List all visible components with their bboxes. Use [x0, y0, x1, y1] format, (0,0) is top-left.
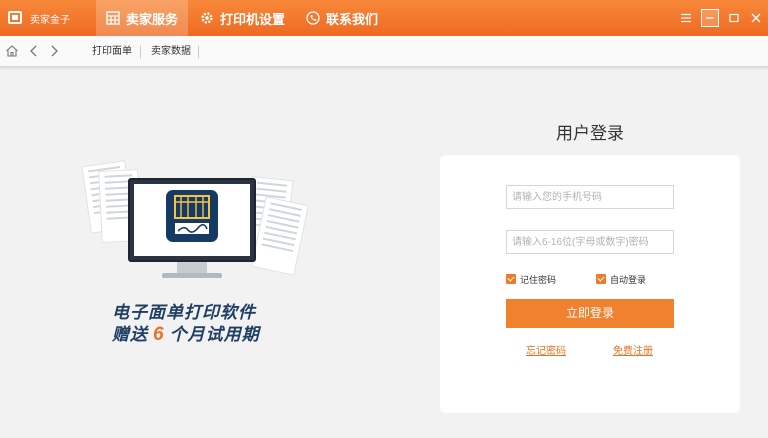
subtab-print-waybill[interactable]: 打印面单 [92, 36, 132, 67]
monitor-base [162, 273, 222, 278]
home-icon[interactable] [5, 44, 19, 58]
forward-arrow-icon[interactable] [47, 44, 61, 58]
remember-password-label: 记住密码 [520, 275, 557, 285]
promo-offer-prefix: 赠送 [112, 325, 148, 344]
tab-label: 联系我们 [326, 11, 379, 27]
close-button[interactable] [747, 9, 765, 27]
phone-input[interactable] [506, 185, 674, 209]
menu-button[interactable] [677, 9, 695, 27]
toolbar: 打印面单 卖家数据 [0, 36, 768, 67]
login-title: 用户登录 [556, 124, 624, 143]
promo-offer: 赠送 6 个月试用期 [112, 320, 260, 346]
grid-icon [106, 11, 120, 25]
tab-label: 卖家服务 [126, 11, 179, 27]
menu-icon [681, 13, 691, 23]
gear-icon [201, 12, 213, 24]
subtab-divider [140, 46, 141, 58]
tab-printer-settings[interactable]: 打印机设置 [200, 0, 285, 36]
auto-login-checkbox[interactable] [596, 274, 606, 284]
password-input[interactable] [506, 230, 674, 254]
tab-label: 打印机设置 [220, 11, 286, 27]
app-name: 卖家金子 [30, 15, 70, 26]
auto-login-label: 自动登录 [610, 275, 647, 285]
maximize-icon [729, 13, 739, 23]
maximize-button[interactable] [725, 9, 743, 27]
promo-offer-suffix: 个月试用期 [169, 325, 260, 344]
subtab-seller-data[interactable]: 卖家数据 [151, 36, 191, 67]
phone-icon [306, 11, 320, 25]
back-arrow-icon[interactable] [27, 44, 41, 58]
minimize-button[interactable] [701, 9, 719, 27]
close-icon [751, 13, 761, 23]
tab-seller-service[interactable]: 卖家服务 [96, 0, 188, 36]
login-button[interactable]: 立即登录 [506, 299, 674, 328]
tab-contact-us[interactable]: 联系我们 [306, 0, 378, 36]
register-link[interactable]: 免费注册 [613, 342, 653, 357]
forgot-password-link[interactable]: 忘记密码 [526, 342, 566, 357]
app-logo-icon [8, 11, 22, 24]
remember-password-checkbox[interactable] [506, 274, 516, 284]
promo-offer-number: 6 [153, 324, 165, 345]
subtab-divider [198, 46, 199, 58]
title-bar: 卖家金子 卖家服务 打印机设置 联系我们 [0, 0, 768, 36]
abacus-logo-icon [166, 190, 218, 242]
minimize-icon [706, 17, 714, 19]
